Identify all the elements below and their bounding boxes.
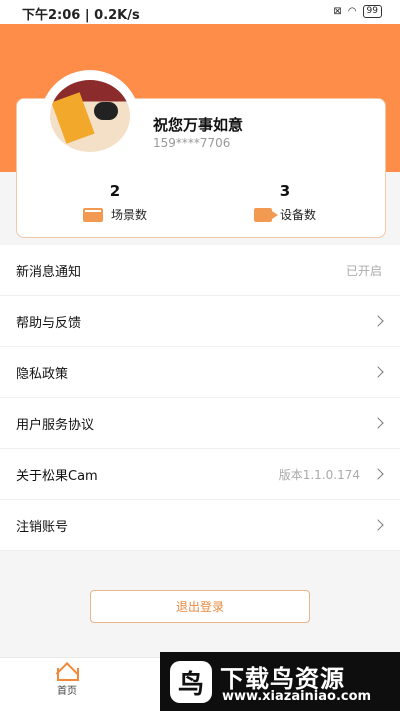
menu-label-notifications: 新消息通知 — [16, 264, 82, 280]
bottom-nav-home[interactable]: 首页 — [45, 662, 89, 697]
battery-icon: 99 — [362, 5, 382, 18]
home-icon — [56, 662, 79, 681]
watermark-logo-icon: 鸟 — [170, 661, 212, 703]
chevron-right-icon — [372, 417, 384, 429]
status-right: ⊠ ◠ 99 — [333, 5, 382, 18]
scene-stat[interactable]: 2 场景数 — [55, 182, 175, 223]
menu-right-help-feedback — [368, 315, 384, 327]
status-time: 下午2:06 — [22, 8, 81, 23]
menu-label-about: 关于松果Cam — [16, 468, 98, 484]
version-text: 版本1.1.0.174 — [278, 467, 360, 482]
menu-right-privacy-policy — [368, 366, 384, 378]
menu-right-delete-account — [368, 519, 384, 531]
status-separator: | — [84, 8, 95, 23]
profile-name: 祝您万事如意 — [153, 116, 244, 134]
scene-stat-label-wrap: 场景数 — [55, 206, 175, 223]
scene-label: 场景数 — [110, 208, 147, 222]
notifications-status: 已开启 — [345, 263, 382, 278]
profile-phone: 159****7706 — [153, 136, 231, 150]
menu-label-delete-account: 注销账号 — [16, 519, 69, 535]
status-bar: 下午2:06 | 0.2K/s ⊠ ◠ 99 — [0, 0, 400, 24]
menu-right-about: 版本1.1.0.174 — [278, 466, 384, 483]
signal-icon: ⊠ — [333, 6, 342, 17]
scene-icon — [82, 207, 103, 222]
chevron-right-icon — [372, 366, 384, 378]
menu-item-notifications[interactable]: 新消息通知 已开启 — [0, 245, 400, 296]
menu-right-user-agreement — [368, 417, 384, 429]
menu-label-help-feedback: 帮助与反馈 — [16, 315, 82, 331]
network-speed: 0.2K/s — [94, 8, 140, 23]
device-stat[interactable]: 3 设备数 — [225, 182, 345, 223]
menu-item-privacy-policy[interactable]: 隐私政策 — [0, 347, 400, 398]
device-stat-label-wrap: 设备数 — [225, 206, 345, 223]
logout-button[interactable]: 退出登录 — [90, 590, 310, 623]
menu-label-user-agreement: 用户服务协议 — [16, 417, 95, 433]
menu-item-delete-account[interactable]: 注销账号 — [0, 500, 400, 551]
menu-item-about[interactable]: 关于松果Cam 版本1.1.0.174 — [0, 449, 400, 500]
wifi-icon: ◠ — [347, 6, 357, 17]
menu-value-notifications: 已开启 — [346, 262, 382, 279]
chevron-right-icon — [372, 315, 384, 327]
menu-item-help-feedback[interactable]: 帮助与反馈 — [0, 296, 400, 347]
menu-label-privacy-policy: 隐私政策 — [16, 366, 69, 382]
settings-menu: 新消息通知 已开启 帮助与反馈 隐私政策 用户服务协议 关于松果Cam 版本1.… — [0, 245, 400, 551]
device-count: 3 — [279, 182, 291, 200]
watermark-url: www.xiazainiao.com — [222, 689, 372, 704]
menu-item-user-agreement[interactable]: 用户服务协议 — [0, 398, 400, 449]
scene-count: 2 — [109, 182, 121, 200]
chevron-right-icon — [372, 468, 384, 480]
status-left: 下午2:06 | 0.2K/s — [22, 4, 140, 23]
device-icon — [253, 207, 278, 222]
download-site-watermark: 鸟 下载鸟资源 www.xiazainiao.com — [160, 652, 400, 711]
avatar-image — [50, 80, 130, 152]
chevron-right-icon — [372, 519, 384, 531]
device-label: 设备数 — [279, 208, 316, 222]
